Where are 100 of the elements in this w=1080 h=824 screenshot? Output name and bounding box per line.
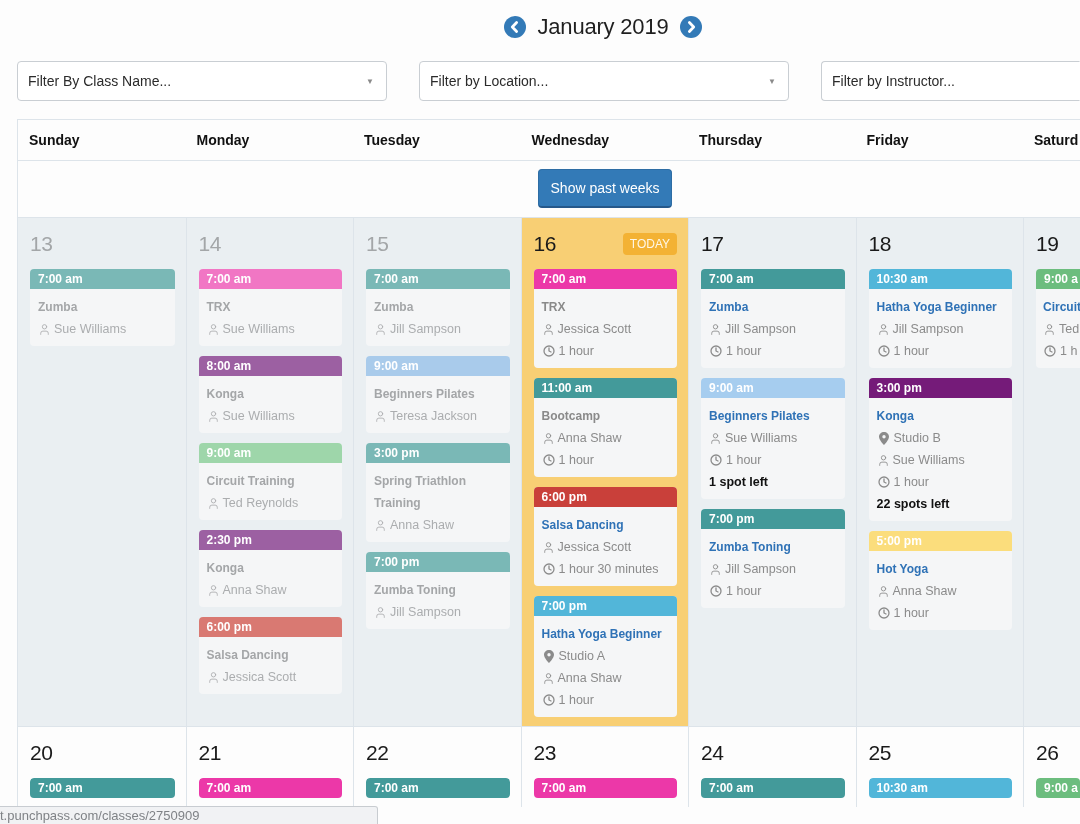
clock-icon (877, 607, 890, 619)
class-title[interactable]: Hot Yoga (876, 558, 1006, 580)
day-number: 18 (868, 232, 891, 256)
class-time-header: 9:00 am (366, 356, 510, 376)
class-card[interactable]: 6:00 pm Salsa Dancing Jessica Scott 1 hour 30 minutes (533, 487, 677, 586)
class-card[interactable]: 9:00 am Beginners Pilates Sue Williams 1 hour 1 spot left (701, 378, 845, 499)
clock-icon (542, 694, 555, 706)
class-time-header: 7:00 am (366, 269, 510, 289)
class-title[interactable]: Circuit (1043, 296, 1080, 318)
person-icon (206, 409, 220, 423)
class-duration: 1 hour (558, 693, 594, 707)
class-time-header: 7:00 am (701, 778, 845, 798)
class-time-header: 7:00 am (30, 269, 175, 289)
class-time-header: 3:00 pm (868, 378, 1012, 398)
class-title[interactable]: Zumba (709, 296, 839, 318)
day-number: 25 (868, 741, 891, 765)
class-title: Bootcamp (541, 408, 602, 425)
weekday-label: Thursday (699, 132, 762, 148)
class-card[interactable]: 2:30 pm Konga Anna Shaw (198, 530, 342, 607)
class-title[interactable]: Zumba Toning (709, 536, 839, 558)
class-card[interactable]: 7:00 pm Zumba Toning Jill Sampson 1 hour (701, 509, 845, 608)
filter-select[interactable]: Filter by Location... ▼ (419, 61, 789, 101)
spots-left: 22 spots left (876, 496, 951, 513)
person-icon (541, 322, 555, 336)
day-number: 13 (30, 232, 53, 256)
weekday-label: Sunday (29, 132, 80, 148)
instructor-name: Jill Sampson (892, 322, 964, 336)
class-card[interactable]: 9:00 a Circuit Ted 1 h (1036, 269, 1080, 368)
clock-icon (542, 454, 555, 466)
class-duration: 1 hour (726, 344, 762, 358)
class-time-header: 7:00 am (366, 778, 510, 798)
class-title[interactable]: Salsa Dancing (541, 514, 671, 536)
instructor-name: Anna Shaw (222, 583, 287, 597)
class-card[interactable]: 10:30 am Hatha Yoga Beginner Jill Sampson 1 hour (868, 269, 1012, 368)
class-card[interactable]: 5:00 pm Hot Yoga Anna Shaw 1 hour (868, 531, 1012, 630)
class-card[interactable]: 11:00 am Bootcamp Anna Shaw 1 hour (533, 378, 677, 477)
class-card[interactable]: 7:00 am Zumba Jill Sampson 1 hour (701, 269, 845, 368)
person-icon (876, 584, 890, 598)
class-time-header: 7:00 am (198, 269, 342, 289)
class-card[interactable]: 6:00 pm Salsa Dancing Jessica Scott (198, 617, 342, 694)
day-number: 20 (30, 741, 53, 765)
class-title: Salsa Dancing (206, 647, 290, 664)
class-card[interactable]: 3:00 pm Konga Studio B Sue Williams 1 hour 22 spots left (868, 378, 1012, 521)
filter-select[interactable]: Filter By Class Name... ▼ (17, 61, 387, 101)
instructor-name: Anna Shaw (557, 431, 622, 445)
class-duration: 1 hour (558, 453, 594, 467)
show-past-weeks-button[interactable]: Show past weeks (537, 169, 673, 208)
day-number: 26 (1036, 741, 1059, 765)
class-title[interactable]: Hatha Yoga Beginner (541, 623, 671, 645)
filter-select[interactable]: Filter by Instructor... (821, 61, 1080, 101)
day-number: 19 (1036, 232, 1059, 256)
instructor-name: Jill Sampson (390, 322, 461, 336)
class-title: Zumba (374, 299, 415, 316)
spots-left: 1 spot left (709, 474, 770, 491)
person-icon (206, 496, 220, 510)
class-time-header: 10:30 am (868, 778, 1012, 798)
class-time-header: 7:00 am (30, 778, 175, 798)
caret-icon: ▼ (366, 76, 374, 86)
weekday-label: Tuesday (364, 132, 420, 148)
class-card[interactable]: 7:00 am TRX Sue Williams (198, 269, 342, 346)
class-title[interactable]: Konga (876, 405, 1006, 427)
link-status-bar: t.punchpass.com/classes/2750909 (0, 806, 378, 824)
person-icon (709, 322, 722, 336)
class-time-header: 7:00 am (198, 778, 342, 798)
day-number: 21 (198, 741, 221, 765)
class-title[interactable]: Beginners Pilates (709, 405, 839, 427)
location-name: Studio A (558, 649, 606, 663)
weekday-label: Friday (866, 132, 909, 148)
next-month-icon[interactable] (680, 16, 703, 38)
person-icon (709, 431, 722, 445)
day-number: 16 (533, 232, 556, 256)
class-duration: 1 hour (893, 475, 929, 489)
clock-icon (710, 345, 722, 357)
instructor-name: Teresa Jackson (390, 409, 477, 423)
day-number: 15 (366, 232, 389, 256)
clock-icon (877, 476, 890, 488)
class-title: Beginners Pilates (374, 386, 476, 403)
caret-icon: ▼ (768, 76, 776, 86)
class-time-header: 7:00 pm (701, 509, 845, 529)
class-title: Circuit Training (206, 473, 296, 490)
person-icon (876, 322, 890, 336)
class-card[interactable]: 7:00 am TRX Jessica Scott 1 hour (533, 269, 677, 368)
instructor-name: Jessica Scott (557, 322, 632, 336)
class-time-header: 7:00 pm (366, 552, 510, 572)
class-title: Spring Triathlon Training (374, 473, 467, 512)
previous-month-icon[interactable] (503, 16, 526, 38)
instructor-name: Anna Shaw (557, 671, 622, 685)
weekday-label: Saturd (1034, 132, 1079, 148)
class-duration: 1 h (1060, 344, 1078, 358)
class-time-header: 8:00 am (198, 356, 342, 376)
class-card[interactable]: 8:00 am Konga Sue Williams (198, 356, 342, 433)
person-icon (541, 431, 555, 445)
class-title[interactable]: Hatha Yoga Beginner (876, 296, 1006, 318)
instructor-name: Ted Reynolds (222, 496, 299, 510)
class-card[interactable]: 7:00 pm Hatha Yoga Beginner Studio A Anna Shaw 1 hour (533, 596, 677, 717)
class-duration: 1 hour (893, 344, 929, 358)
person-icon (38, 322, 51, 336)
class-time-header: 9:00 am (198, 443, 342, 463)
instructor-name: Sue Williams (725, 431, 798, 445)
person-icon (206, 670, 220, 684)
